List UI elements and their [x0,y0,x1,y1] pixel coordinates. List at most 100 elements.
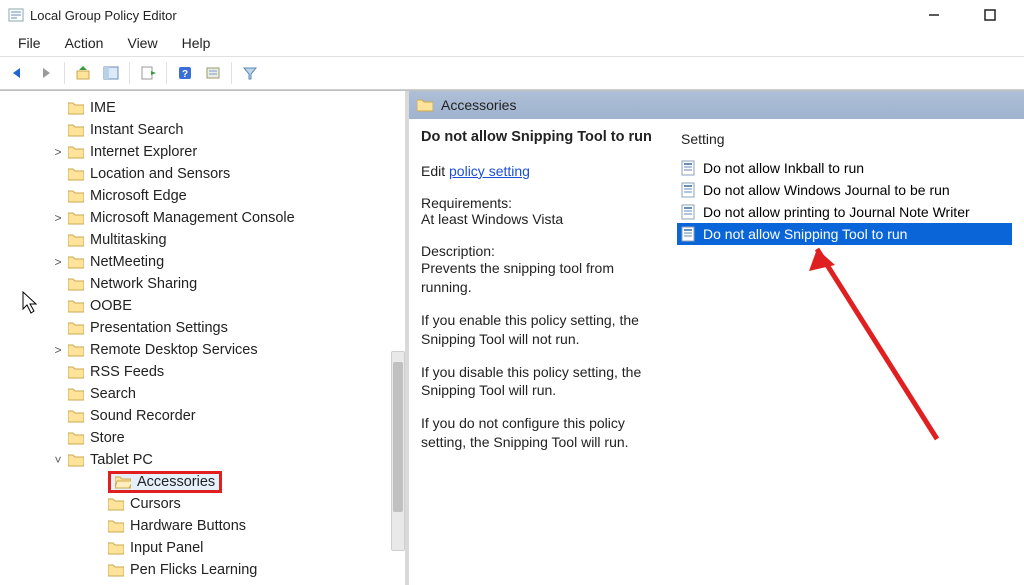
export-button[interactable] [136,61,160,85]
tree-item-label: Network Sharing [90,276,197,292]
tree-item-label: OOBE [90,298,132,314]
tree-item[interactable]: > Microsoft Management Console [0,207,405,229]
tree-item-label: Tablet PC [90,452,153,468]
policy-icon [681,160,697,176]
settings-column-header: Setting [677,129,1012,149]
tree-item[interactable]: >NetMeeting [0,251,405,273]
menu-action[interactable]: Action [53,32,116,54]
policy-title: Do not allow Snipping Tool to run [421,129,661,145]
help-button[interactable]: ? [173,61,197,85]
setting-item[interactable]: Do not allow Snipping Tool to run [677,223,1012,245]
tree-item[interactable]: Store [0,427,405,449]
setting-item[interactable]: Do not allow Inkball to run [677,157,1012,179]
tree-item-label: RSS Feeds [90,364,164,380]
tree-item-label: Input Panel [130,540,203,556]
folder-open-icon [115,475,131,489]
tree-item[interactable]: IME [0,97,405,119]
folder-icon [68,321,84,335]
tree-item[interactable]: Sound Recorder [0,405,405,427]
tree-item[interactable]: >Internet Explorer [0,141,405,163]
folder-icon [108,497,124,511]
folder-icon [417,98,433,112]
tree-item-label: Sound Recorder [90,408,196,424]
folder-icon [68,123,84,137]
tree-item-label: Instant Search [90,122,184,138]
detail-header-title: Accessories [441,97,516,113]
tree-item[interactable]: Multitasking [0,229,405,251]
tree-item-label: Accessories [137,474,215,490]
tree-subitem[interactable]: Cursors [0,493,405,515]
menu-view[interactable]: View [115,32,169,54]
chevron-right-icon[interactable]: > [48,343,68,357]
chevron-right-icon[interactable]: > [48,145,68,159]
policy-setting-link[interactable]: policy setting [449,163,530,179]
tree-scroll-thumb[interactable] [393,362,403,512]
policy-icon [681,226,697,242]
chevron-down-icon[interactable]: ˅ [48,453,68,467]
tree-item[interactable]: Instant Search [0,119,405,141]
tree-item-label: Microsoft Management Console [90,210,295,226]
tree-subitem[interactable]: Input Panel [0,537,405,559]
description-p1: Prevents the snipping tool from running. [421,259,661,297]
tree-item[interactable]: Network Sharing [0,273,405,295]
maximize-button[interactable] [972,3,1008,27]
tree-item[interactable]: RSS Feeds [0,361,405,383]
tree-item[interactable]: >Remote Desktop Services [0,339,405,361]
minimize-button[interactable] [916,3,952,27]
chevron-right-icon[interactable]: > [48,211,68,225]
tree-item[interactable]: Presentation Settings [0,317,405,339]
settings-column: Setting Do not allow Inkball to runDo no… [677,129,1012,575]
window-controls [916,3,1016,27]
requirements-value: At least Windows Vista [421,211,661,227]
detail-description-column: Do not allow Snipping Tool to run Edit p… [421,129,661,575]
menu-file[interactable]: File [6,32,53,54]
tree-item-label: Store [90,430,125,446]
properties-button[interactable] [201,61,225,85]
description-p4: If you do not configure this policy sett… [421,414,661,452]
menu-bar: File Action View Help [0,30,1024,56]
tree-item[interactable]: Location and Sensors [0,163,405,185]
tree-item-label: IME [90,100,116,116]
title-bar: Local Group Policy Editor [0,0,1024,30]
setting-item[interactable]: Do not allow Windows Journal to be run [677,179,1012,201]
tree-item-label: Multitasking [90,232,167,248]
tree-subitem[interactable]: Accessories [0,471,405,493]
setting-label: Do not allow Snipping Tool to run [703,226,907,242]
folder-icon [68,387,84,401]
tree-subitem[interactable]: Pen Flicks Learning [0,559,405,581]
tree-item[interactable]: OOBE [0,295,405,317]
filter-button[interactable] [238,61,262,85]
folder-icon [68,299,84,313]
folder-icon [68,145,84,159]
up-button[interactable] [71,61,95,85]
tree-item-label: Location and Sensors [90,166,230,182]
forward-button[interactable] [34,61,58,85]
tree-item-selected[interactable]: Accessories [108,471,222,493]
toolbar-separator [64,62,65,84]
tree-item[interactable]: ˅ Tablet PC [0,449,405,471]
back-button[interactable] [6,61,30,85]
folder-icon [108,563,124,577]
svg-text:?: ? [182,69,188,80]
folder-icon [68,453,84,467]
folder-icon [68,409,84,423]
setting-item[interactable]: Do not allow printing to Journal Note Wr… [677,201,1012,223]
requirements-label: Requirements: [421,195,661,211]
tree-item-label: Search [90,386,136,402]
tree-item[interactable]: Search [0,383,405,405]
folder-icon [68,343,84,357]
toolbar-separator-4 [231,62,232,84]
tree-item[interactable]: Microsoft Edge [0,185,405,207]
tree-subitem[interactable]: Hardware Buttons [0,515,405,537]
tree-item-label: Pen Flicks Learning [130,562,257,578]
show-hide-tree-button[interactable] [99,61,123,85]
toolbar: ? [0,56,1024,90]
description-p2: If you enable this policy setting, the S… [421,311,661,349]
tree-scrollbar[interactable] [391,351,405,551]
folder-icon [108,541,124,555]
menu-help[interactable]: Help [170,32,223,54]
chevron-right-icon[interactable]: > [48,255,68,269]
description-label: Description: [421,243,661,259]
edit-prefix: Edit [421,163,449,179]
tree-item-label: Microsoft Edge [90,188,187,204]
